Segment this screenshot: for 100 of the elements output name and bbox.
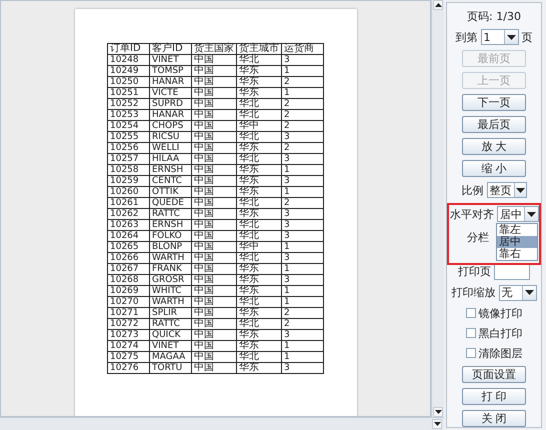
print-pages-label: 打印页: [458, 264, 491, 280]
caret-icon: [506, 34, 516, 40]
page-dropdown[interactable]: 1: [480, 29, 518, 45]
table-cell: CHOPS: [150, 120, 192, 132]
table-cell: 3: [282, 54, 324, 66]
checkbox[interactable]: [466, 348, 476, 358]
table-cell: 10273: [108, 330, 150, 340]
table-cell: 2: [282, 76, 324, 88]
scroll-up-icon[interactable]: [434, 3, 442, 7]
scale-dropdown[interactable]: 整页: [486, 182, 526, 198]
table-cell: 3: [282, 362, 324, 374]
table-cell: 1: [282, 164, 324, 176]
action-button[interactable]: 关 闭: [462, 410, 526, 428]
table-cell: OTTIK: [150, 186, 192, 198]
table-cell: 1: [282, 186, 324, 198]
table-cell: 1: [282, 242, 324, 252]
page-indicator: 页码: 1/30: [467, 9, 521, 24]
table-cell: QUICK: [150, 330, 192, 340]
table-cell: 2: [282, 110, 324, 120]
table-cell: 10248: [108, 54, 150, 66]
table-cell: 10264: [108, 230, 150, 242]
table-cell: 3: [282, 208, 324, 220]
dropdown-option[interactable]: 靠右: [497, 248, 537, 260]
table-cell: 3: [282, 252, 324, 264]
page-unit-label: 页: [522, 30, 532, 44]
table-cell: TOMSP: [150, 66, 192, 76]
table-cell: 10260: [108, 186, 150, 198]
nav-button[interactable]: 下一页: [462, 94, 526, 112]
checkbox[interactable]: [466, 328, 476, 338]
table-cell: 10255: [108, 132, 150, 142]
table-cell: ERNSH: [150, 220, 192, 230]
horizontal-scrollbar[interactable]: [0, 417, 444, 430]
table-cell: 10253: [108, 110, 150, 120]
table-cell: 1: [282, 264, 324, 274]
table-cell: HILAA: [150, 154, 192, 164]
caret-icon: [516, 188, 524, 193]
print-scale-dropdown[interactable]: 无: [498, 284, 536, 301]
table-cell: 10263: [108, 220, 150, 230]
dropdown-option[interactable]: 靠左: [497, 224, 537, 236]
table-cell: 10262: [108, 208, 150, 220]
dropdown-option[interactable]: 居中: [497, 236, 537, 248]
table-cell: 3: [282, 330, 324, 340]
table-cell: VICTE: [150, 88, 192, 98]
table-cell: 3: [282, 132, 324, 142]
table-cell: 2: [282, 198, 324, 208]
table-cell: 2: [282, 308, 324, 318]
table-cell: 10254: [108, 120, 150, 132]
table-cell: 10275: [108, 352, 150, 362]
table-cell: QUEDE: [150, 198, 192, 208]
table-cell: 10268: [108, 274, 150, 286]
table-cell: MAGAA: [150, 352, 192, 362]
table-cell: 2: [282, 142, 324, 154]
table-cell: WELLI: [150, 142, 192, 154]
table-cell: 10267: [108, 264, 150, 274]
columns-label: 分栏: [467, 230, 489, 246]
table-cell: VINET: [150, 340, 192, 352]
table-cell: 3: [282, 176, 324, 186]
nav-button[interactable]: 缩 小: [462, 160, 526, 178]
scroll-down-icon[interactable]: [434, 422, 440, 426]
checkbox[interactable]: [466, 308, 476, 318]
table-cell: 10250: [108, 76, 150, 88]
align-label: 水平对齐: [450, 206, 494, 222]
nav-button[interactable]: 放 大: [462, 138, 526, 156]
align-dropdown[interactable]: 居中: [497, 206, 539, 222]
table-cell: 10252: [108, 98, 150, 110]
table-cell: SUPRD: [150, 98, 192, 110]
column-header: 客户ID: [150, 44, 192, 54]
table-cell: VINET: [150, 54, 192, 66]
table-cell: 10272: [108, 318, 150, 330]
table-cell: 10251: [108, 88, 150, 98]
table-cell: 1: [282, 296, 324, 308]
table-cell: 1: [282, 340, 324, 352]
caret-icon: [524, 290, 534, 296]
scroll-down-icon[interactable]: [434, 410, 442, 414]
table-cell: 3: [282, 154, 324, 164]
table-cell: WARTH: [150, 296, 192, 308]
table-cell: 3: [282, 220, 324, 230]
caret-icon: [527, 212, 536, 217]
table-cell: 10261: [108, 198, 150, 208]
table-cell: 1: [282, 88, 324, 98]
table-cell: 10276: [108, 362, 150, 374]
table-cell: RATTC: [150, 318, 192, 330]
vertical-scrollbar[interactable]: [431, 0, 444, 417]
table-cell: FOLKO: [150, 230, 192, 242]
action-button[interactable]: 页面设置: [462, 366, 526, 383]
table-cell: TORTU: [150, 362, 192, 374]
table-cell: 10270: [108, 296, 150, 308]
table-cell: 2: [282, 120, 324, 132]
table-cell: WHITC: [150, 286, 192, 296]
table-cell: 1: [282, 66, 324, 76]
action-button[interactable]: 打 印: [462, 388, 526, 405]
table-cell: 10259: [108, 176, 150, 186]
table-cell: 10258: [108, 164, 150, 176]
table-cell: 1: [282, 286, 324, 296]
table-cell: 10274: [108, 340, 150, 352]
nav-button[interactable]: 最后页: [462, 116, 526, 134]
table-cell: 2: [282, 98, 324, 110]
table-cell: CENTC: [150, 176, 192, 186]
table-cell: 10266: [108, 252, 150, 264]
table-cell: 10257: [108, 154, 150, 164]
